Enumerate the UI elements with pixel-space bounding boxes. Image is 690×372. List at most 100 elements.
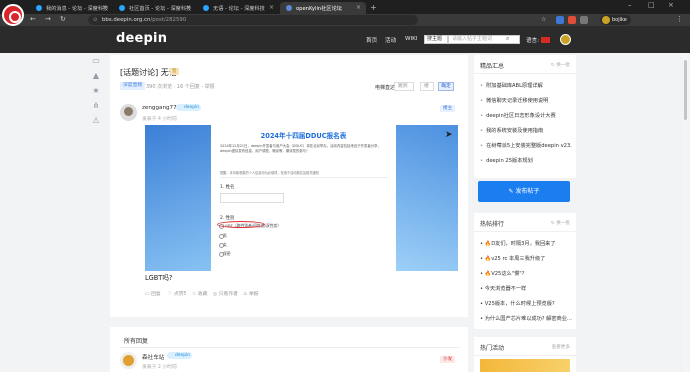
hot-post-link[interactable]: • 🔥v25 rc 本周三我升级了 (480, 255, 572, 262)
hot-activity-card: 热门活动 查看更多 (474, 337, 576, 372)
red-highlight-circle (217, 221, 265, 228)
close-icon[interactable]: × (356, 4, 361, 11)
like-button[interactable]: ♡ 点赞5 (168, 290, 186, 297)
browser-tab[interactable]: 无语 - 论坛 - 深度科技 × (197, 2, 279, 14)
post-screenshot-image[interactable]: 2024年十四届DDUC报名表 2024年12月21日，deepin开发者与用户… (145, 125, 458, 271)
browser-tab[interactable]: 我的消息 - 论坛 - 深度科技 × (30, 2, 112, 14)
best-post-link[interactable]: 附加基础库ABL原理详解 (480, 82, 572, 89)
reply-button[interactable]: ▭ 回复 (145, 290, 161, 297)
nav-activity[interactable]: 活动 (385, 36, 396, 44)
hot-post-link[interactable]: • 为什么国产芯片难以成功? 解密商业... (480, 315, 572, 322)
author-avatar[interactable] (120, 104, 137, 121)
deepin-logo[interactable]: deepin (116, 31, 167, 46)
hot-post-link[interactable]: • V25版本，什么时候上预览版? (480, 300, 572, 307)
scrollbar-thumb[interactable] (684, 60, 687, 120)
hot-post-link[interactable]: • 今天浏览器不一样 (480, 285, 572, 292)
maximize-icon[interactable]: □ (648, 1, 655, 9)
hot-post-text: V25这么"慢"? (491, 271, 525, 277)
comment-icon[interactable]: ▭ (91, 56, 101, 66)
extensions-puzzle-icon[interactable] (580, 16, 588, 24)
nav-wiki[interactable]: WIKI (405, 36, 418, 42)
hot-post-text: v25 rc 本周三我升级了 (491, 256, 546, 262)
form-description: 2024年12月21日，deepin开发者与用户大会（DDUC）将在北京举办。活… (220, 144, 381, 153)
hot-post-link[interactable]: • 🔥D友们，时隔3月，我回来了 (480, 240, 572, 247)
hot-posts-title: 热帖排行 (480, 221, 505, 228)
address-bar[interactable]: ⊙ bbs.deepin.org.cn/post/282590 (88, 15, 418, 25)
best-post-link[interactable]: deepin社区日志形象设计大赛 (480, 112, 572, 119)
close-icon[interactable]: × (186, 4, 191, 11)
activity-banner-image[interactable] (480, 359, 570, 372)
deepin-favicon-icon (119, 5, 125, 11)
red-floating-logo-icon[interactable] (2, 4, 24, 26)
title-tag: 晋 (170, 68, 179, 75)
close-icon[interactable]: × (102, 4, 107, 11)
new-post-button[interactable]: ✎ 发布帖子 (478, 181, 570, 202)
close-window-icon[interactable]: × (668, 1, 674, 9)
menu-icon[interactable]: ⋮ (676, 15, 683, 23)
floor-jump-input[interactable]: 跳到 (394, 82, 414, 91)
hot-posts-card: 热帖排行 ↻ 换一批 • 🔥D友们，时隔3月，我回来了 • 🔥v25 rc 本周… (474, 213, 576, 329)
reload-icon[interactable]: ↻ (60, 15, 66, 23)
tab-label: openKylin社区论坛 (296, 5, 342, 12)
hot-post-text: V25版本，什么时候上预览版? (484, 301, 555, 307)
search-icon[interactable]: ⌕ (506, 35, 509, 43)
replies-divider (120, 347, 460, 348)
new-tab-icon[interactable]: + (370, 3, 377, 12)
close-icon[interactable]: × (269, 4, 274, 11)
hot-post-link[interactable]: • 🔥V25这么"慢"? (480, 270, 572, 277)
floor-jump-button[interactable]: 确定 (438, 82, 454, 91)
reply-avatar[interactable] (120, 352, 137, 369)
mouse-cursor-icon: ➤ (445, 130, 453, 140)
best-post-link[interactable]: 微信聊天记录迁移使用说明 (480, 97, 572, 104)
category-badge[interactable]: 深度音频 (120, 82, 146, 90)
form-title: 2024年十四届DDUC报名表 (260, 132, 347, 140)
reply-author-badge: deepin (167, 352, 192, 359)
favorite-star-icon[interactable]: ★ (91, 86, 101, 96)
best-post-link[interactable]: deepin 25版本规划 (480, 157, 572, 164)
browser-tab-active[interactable]: openKylin社区论坛 × (280, 2, 366, 14)
best-posts-title: 精品汇总 (480, 63, 505, 70)
form-option: 女 (219, 242, 227, 248)
back-icon[interactable]: ← (30, 15, 36, 23)
url-domain: bbs.deepin.org.cn (102, 17, 151, 23)
collect-button[interactable]: ☆ 收藏 (192, 290, 207, 297)
reply-author[interactable]: 森社车站 (142, 353, 164, 361)
author-only-button[interactable]: ◎ 只看作者 (213, 290, 238, 297)
user-avatar[interactable] (560, 34, 571, 45)
forward-icon[interactable]: → (45, 15, 51, 23)
form-question-gender: 2. 性别 (220, 216, 235, 221)
extension-icon[interactable] (556, 16, 564, 24)
site-info-icon[interactable]: ⊙ (93, 15, 97, 25)
minimize-icon[interactable]: – (628, 1, 632, 9)
author-name[interactable]: zenggang770 (142, 105, 180, 111)
extension-icon[interactable] (568, 16, 576, 24)
floor-badge: 楼主 (440, 105, 456, 112)
form-option: 保密 (219, 251, 231, 257)
best-refresh-button[interactable]: ↻ 换一批 (551, 62, 570, 68)
star-icon[interactable]: ☆ (541, 16, 546, 23)
reply-label: 回复 (151, 292, 161, 297)
activity-more-link[interactable]: 查看更多 (552, 344, 570, 350)
browser-tab[interactable]: 社区首页 - 论坛 - 深度科技 × (113, 2, 196, 14)
china-flag-icon[interactable] (541, 37, 550, 43)
refresh-label: 换一批 (556, 221, 570, 226)
report-button[interactable]: ⚠ 举报 (243, 290, 258, 297)
post-time: 发表于 4 小时前 (142, 117, 177, 122)
share-icon[interactable]: ⋔ (91, 101, 101, 111)
report-warning-icon[interactable]: ⚠ (91, 116, 101, 126)
profile-name: bojike (612, 17, 627, 23)
profile-avatar-icon (602, 16, 610, 24)
profile-button[interactable]: bojike (600, 15, 631, 25)
refresh-label: 换一批 (556, 63, 570, 68)
like-label: 点赞5 (173, 292, 187, 297)
language-label: 语言: (526, 38, 540, 44)
openkylin-favicon-icon (286, 5, 292, 11)
like-icon[interactable]: ▲ (91, 71, 101, 81)
hot-post-text: 今天浏览器不一样 (484, 286, 527, 292)
search-scope-select[interactable]: 搜主题 (424, 35, 448, 44)
best-post-link[interactable]: 在树莓派5上安装完整版deepin v23... (480, 142, 572, 149)
best-post-link[interactable]: 我的系统安装及使用指南 (480, 127, 572, 134)
screenshot-bg-left (145, 125, 211, 271)
nav-home[interactable]: 首页 (366, 36, 377, 44)
hot-refresh-button[interactable]: ↻ 换一批 (551, 220, 570, 226)
